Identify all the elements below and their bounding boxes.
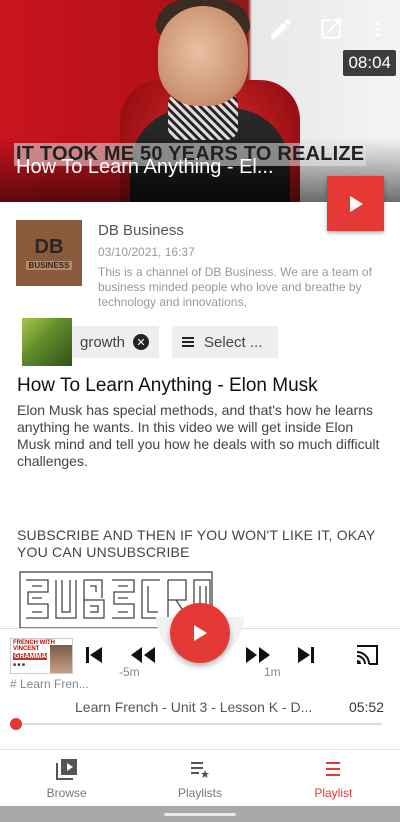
- channel-name[interactable]: DB Business: [98, 222, 184, 239]
- hero-actions: [268, 16, 388, 42]
- video-duration: 08:04: [343, 50, 396, 76]
- tag-thumbnail: [22, 318, 72, 366]
- playlist-icon: [326, 762, 341, 776]
- skip-next-icon[interactable]: [296, 645, 316, 665]
- nav-playlist[interactable]: Playlist: [267, 750, 400, 806]
- channel-logo[interactable]: DB BUSINESS: [16, 220, 82, 286]
- remove-tag-icon[interactable]: ✕: [133, 334, 150, 350]
- subscribe-text: SUBSCRIBE AND THEN IF YOU WON'T LIKE IT,…: [17, 527, 376, 560]
- progress-bar[interactable]: [16, 723, 382, 725]
- hero-image-head: [158, 6, 248, 106]
- tag-label: growth: [80, 333, 126, 351]
- tag-chip[interactable]: growth ✕: [22, 318, 160, 366]
- select-tag-dropdown[interactable]: Select ...: [172, 326, 278, 358]
- video-hero[interactable]: 08:04 IT TOOK ME 50 YEARS TO REALIZE How…: [0, 0, 400, 202]
- playlist-tag[interactable]: # Learn Fren...: [10, 677, 89, 691]
- channel-logo-text: DB: [34, 236, 64, 258]
- select-label: Select ...: [204, 333, 263, 351]
- more-vert-icon[interactable]: [368, 16, 388, 42]
- rewind-icon[interactable]: [130, 645, 156, 665]
- open-external-icon[interactable]: [318, 16, 344, 42]
- hero-title: How To Learn Anything - El...: [16, 156, 274, 178]
- video-title: How To Learn Anything - Elon Musk: [17, 375, 318, 396]
- rewind-label: -5m: [119, 665, 140, 679]
- publish-date: 03/10/2021, 16:37: [98, 245, 195, 259]
- channel-description: This is a channel of DB Business. We are…: [98, 265, 372, 309]
- nav-playlists[interactable]: Playlists: [133, 750, 266, 806]
- skip-previous-icon[interactable]: [84, 645, 104, 665]
- list-icon: [182, 337, 194, 347]
- mini-player-play-button[interactable]: [170, 603, 230, 663]
- nav-browse-label: Browse: [46, 786, 87, 800]
- forward-label: 1m: [264, 665, 281, 679]
- playlists-icon: [190, 762, 209, 778]
- nav-browse[interactable]: Browse: [0, 750, 133, 806]
- mini-player: FRENCH WITH VINCENT GRAMMAR ■ ■ ■ # Lear…: [0, 603, 400, 748]
- cast-icon[interactable]: [355, 645, 379, 665]
- track-time: 05:52: [348, 699, 384, 715]
- thumb-grammar-label: GRAMMAR: [13, 653, 52, 660]
- tag-pill: growth ✕: [72, 326, 160, 358]
- play-icon: [349, 195, 363, 212]
- play-video-button[interactable]: [327, 176, 384, 231]
- nav-playlist-label: Playlist: [314, 786, 353, 800]
- gesture-handle[interactable]: [164, 813, 236, 816]
- pencil-icon[interactable]: [268, 16, 294, 42]
- video-description: Elon Musk has special methods, and that'…: [17, 402, 380, 469]
- bottom-navigation: Browse Playlists Playlist: [0, 749, 400, 806]
- track-title: Learn French - Unit 3 - Lesson K - D...: [75, 699, 313, 715]
- thumb-person: [50, 645, 72, 673]
- track-thumbnail[interactable]: FRENCH WITH VINCENT GRAMMAR ■ ■ ■: [10, 638, 73, 674]
- progress-handle[interactable]: [10, 718, 22, 730]
- browse-icon: [55, 759, 77, 780]
- channel-logo-subtext: BUSINESS: [25, 261, 73, 270]
- nav-playlists-label: Playlists: [177, 786, 222, 800]
- system-gesture-bar: [0, 806, 400, 822]
- fast-forward-icon[interactable]: [245, 645, 271, 665]
- play-icon: [194, 625, 207, 641]
